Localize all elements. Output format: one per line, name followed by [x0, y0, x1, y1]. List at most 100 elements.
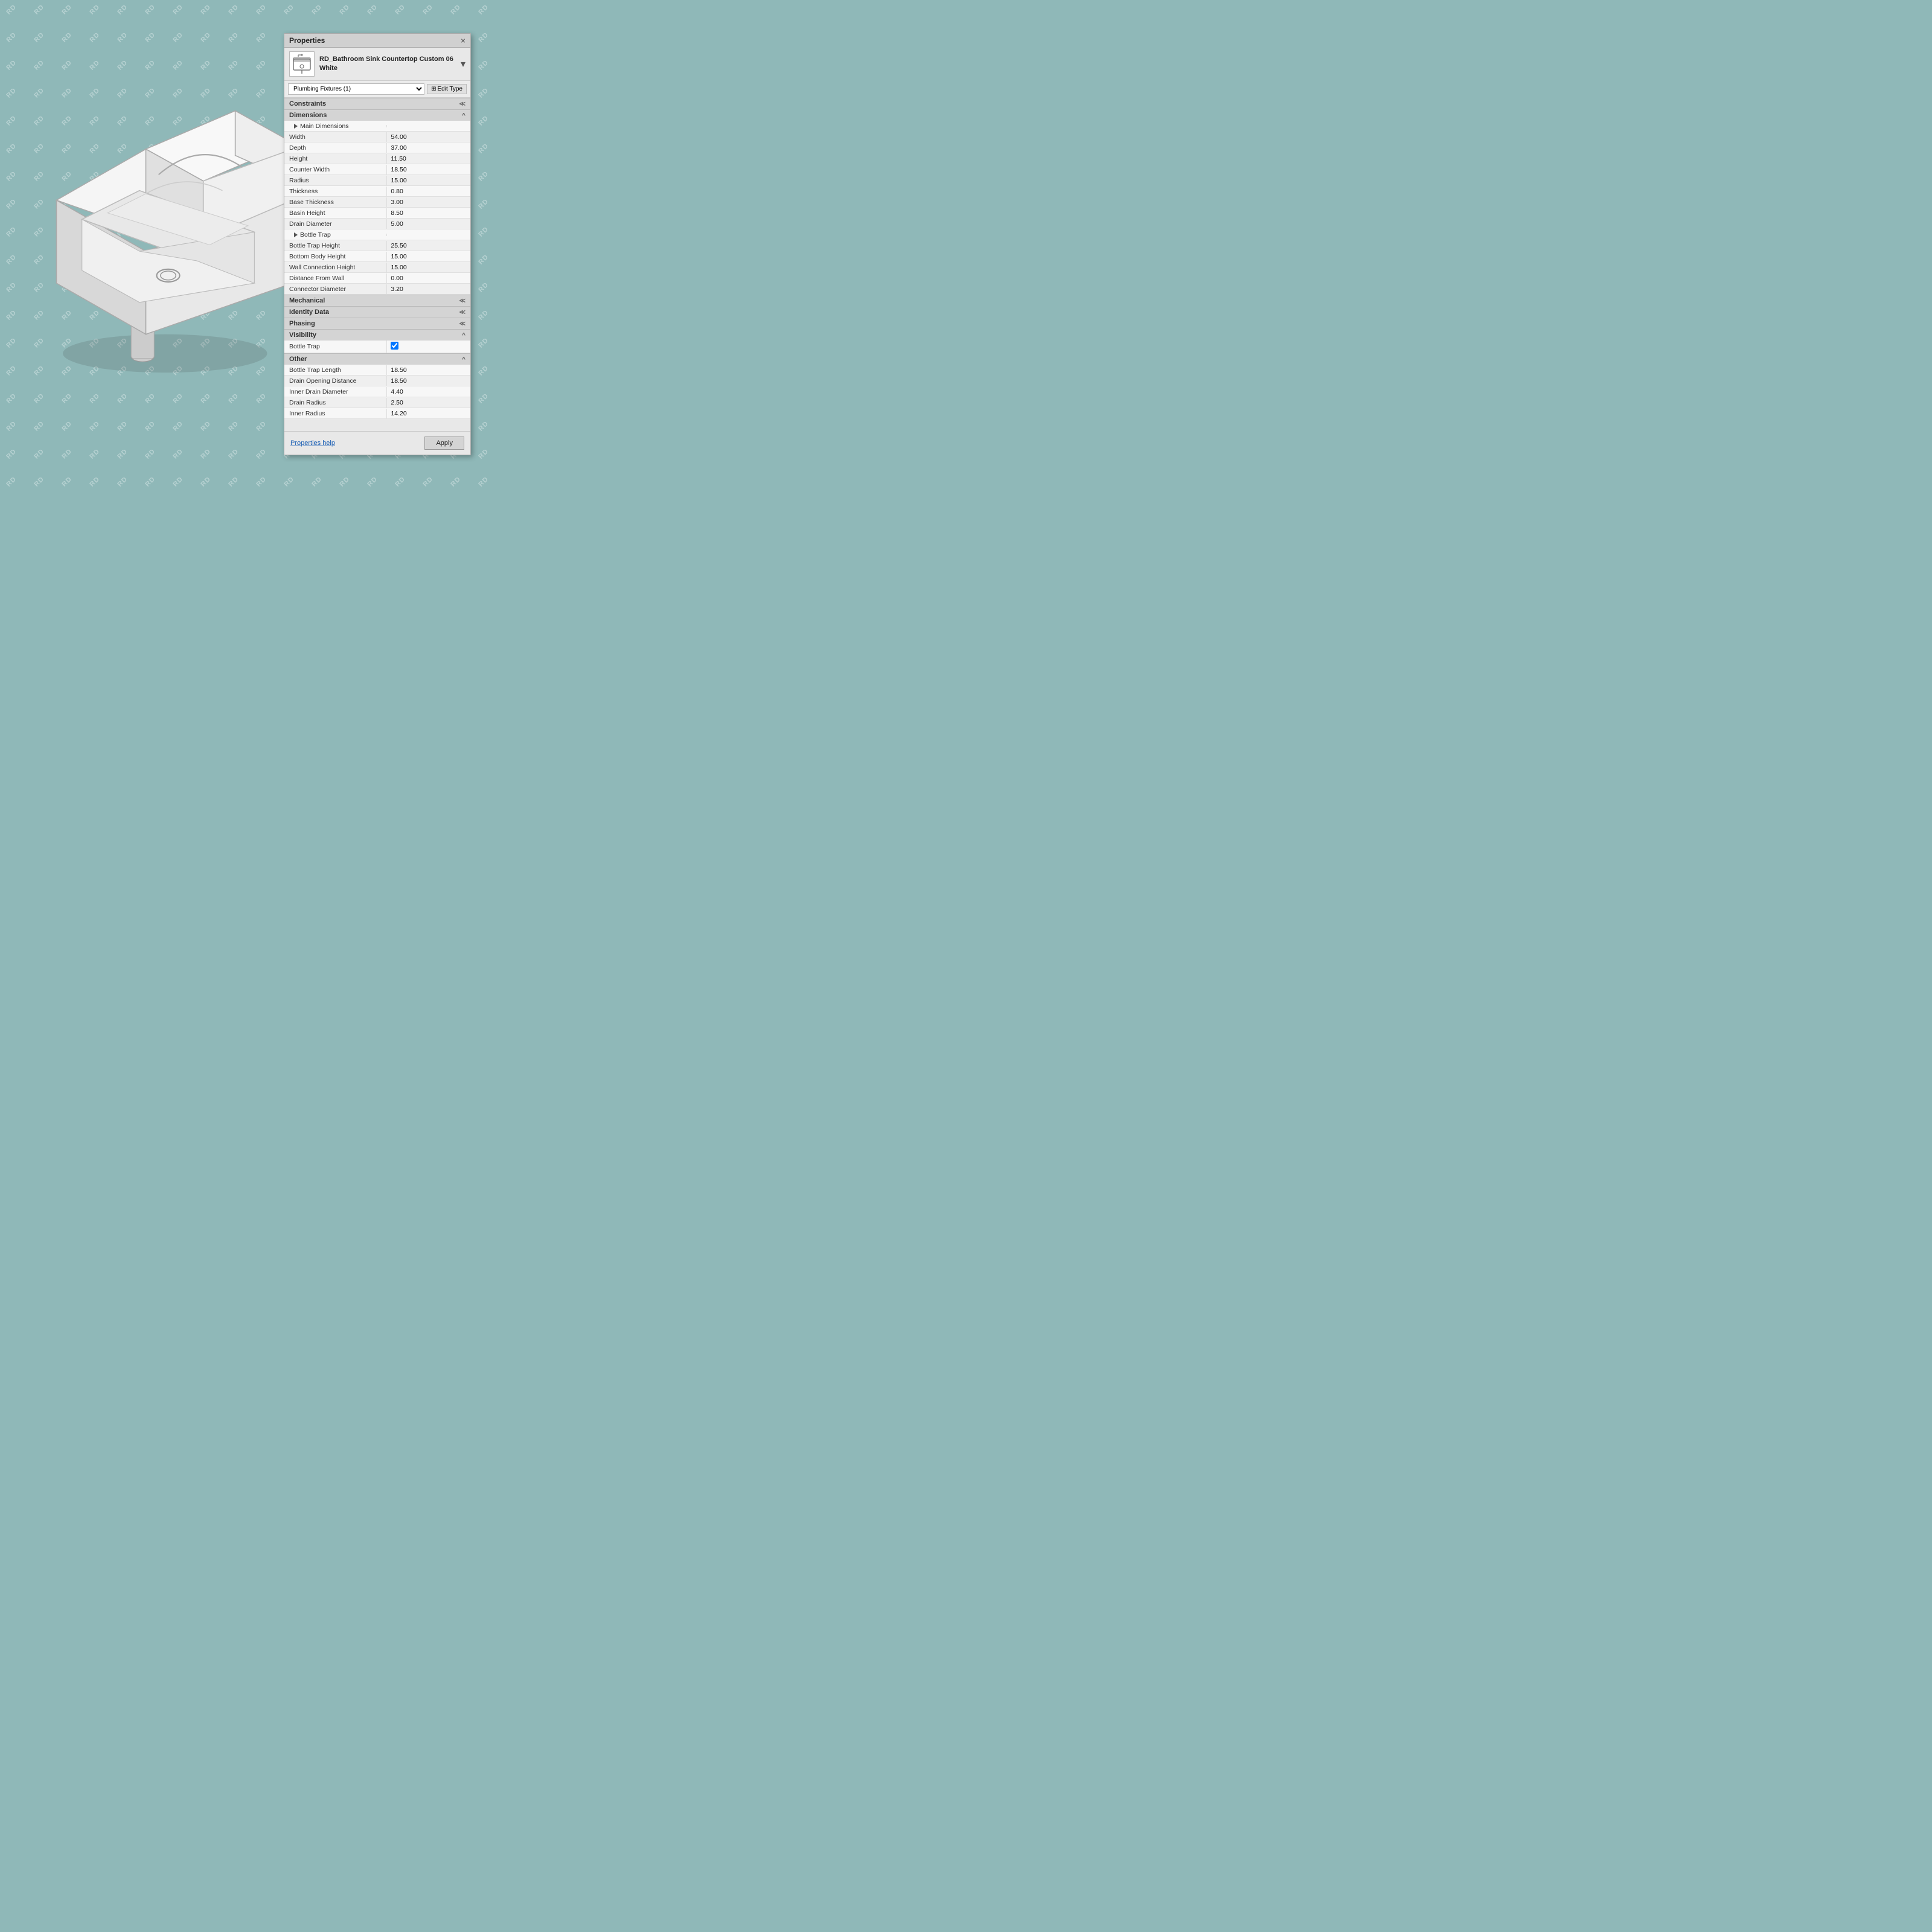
dropdown-arrow-icon[interactable]: ▾: [461, 58, 465, 70]
value-basin-height[interactable]: 8.50: [386, 208, 470, 218]
prop-row-counter-width: Counter Width 18.50: [284, 164, 470, 175]
prop-row-distance-from-wall: Distance From Wall 0.00: [284, 273, 470, 284]
section-phasing[interactable]: Phasing ≪: [284, 318, 470, 329]
element-icon: [289, 51, 315, 77]
prop-row-inner-drain-diameter: Inner Drain Diameter 4.40: [284, 386, 470, 397]
panel-footer: Properties help Apply: [284, 431, 470, 455]
value-bottle-trap-height[interactable]: 25.50: [386, 241, 470, 251]
value-connector-diameter[interactable]: 3.20: [386, 284, 470, 294]
collapse-identity-icon: ≪: [459, 309, 465, 316]
prop-row-wall-connection-height: Wall Connection Height 15.00: [284, 262, 470, 273]
label-wall-connection-height: Wall Connection Height: [284, 263, 386, 272]
apply-button[interactable]: Apply: [424, 437, 464, 450]
prop-row-base-thickness: Base Thickness 3.00: [284, 197, 470, 208]
properties-panel: Properties × RD_Bathroom Sink Countertop…: [284, 33, 471, 455]
value-inner-radius[interactable]: 14.20: [386, 409, 470, 418]
value-width[interactable]: 54.00: [386, 132, 470, 142]
label-inner-radius: Inner Radius: [284, 409, 386, 418]
prop-row-width: Width 54.00: [284, 132, 470, 142]
label-width: Width: [284, 132, 386, 142]
prop-row-basin-height: Basin Height 8.50: [284, 208, 470, 219]
prop-value-bottle-trap-empty: [386, 234, 470, 236]
triangle-icon: [294, 124, 298, 129]
prop-row-drain-radius: Drain Radius 2.50: [284, 397, 470, 408]
value-distance-from-wall[interactable]: 0.00: [386, 273, 470, 283]
value-drain-opening-distance[interactable]: 18.50: [386, 376, 470, 386]
label-basin-height: Basin Height: [284, 208, 386, 218]
edit-type-button[interactable]: ⊞ Edit Type: [427, 84, 467, 94]
value-drain-radius[interactable]: 2.50: [386, 398, 470, 408]
prop-row-depth: Depth 37.00: [284, 142, 470, 153]
value-drain-diameter[interactable]: 5.00: [386, 219, 470, 229]
panel-titlebar: Properties ×: [284, 34, 470, 48]
element-name-line2: White: [319, 64, 453, 73]
label-bottle-trap-visibility: Bottle Trap: [284, 342, 386, 351]
label-drain-opening-distance: Drain Opening Distance: [284, 376, 386, 386]
value-counter-width[interactable]: 18.50: [386, 165, 470, 174]
section-visibility[interactable]: Visibility ^: [284, 329, 470, 341]
properties-help-link[interactable]: Properties help: [290, 440, 335, 447]
section-dimensions[interactable]: Dimensions ^: [284, 109, 470, 121]
value-bottle-trap-length[interactable]: 18.50: [386, 365, 470, 375]
panel-header: RD_Bathroom Sink Countertop Custom 06 Wh…: [284, 48, 470, 81]
value-height[interactable]: 11.50: [386, 154, 470, 164]
value-base-thickness[interactable]: 3.00: [386, 197, 470, 207]
label-radius: Radius: [284, 176, 386, 185]
edit-type-icon: ⊞: [431, 86, 436, 92]
element-name-line1: RD_Bathroom Sink Countertop Custom 06: [319, 55, 453, 64]
prop-row-inner-radius: Inner Radius 14.20: [284, 408, 470, 419]
triangle-icon-2: [294, 232, 298, 237]
value-depth[interactable]: 37.00: [386, 143, 470, 153]
section-constraints[interactable]: Constraints ≪: [284, 98, 470, 109]
dropdown-row: Plumbing Fixtures (1) ⊞ Edit Type: [284, 81, 470, 98]
prop-row-thickness: Thickness 0.80: [284, 186, 470, 197]
prop-row-connector-diameter: Connector Diameter 3.20: [284, 284, 470, 295]
collapse-phasing-icon: ≪: [459, 321, 465, 327]
collapse-other-icon: ^: [462, 356, 465, 363]
label-inner-drain-diameter: Inner Drain Diameter: [284, 387, 386, 397]
prop-row-bottle-trap-length: Bottle Trap Length 18.50: [284, 365, 470, 376]
section-identity-data[interactable]: Identity Data ≪: [284, 306, 470, 318]
section-other[interactable]: Other ^: [284, 353, 470, 365]
collapse-dimensions-icon: ^: [462, 112, 465, 119]
collapse-constraints-icon: ≪: [459, 101, 465, 107]
prop-value-empty: [386, 125, 470, 127]
label-drain-radius: Drain Radius: [284, 398, 386, 408]
value-inner-drain-diameter[interactable]: 4.40: [386, 387, 470, 397]
section-mechanical[interactable]: Mechanical ≪: [284, 295, 470, 306]
label-connector-diameter: Connector Diameter: [284, 284, 386, 294]
label-depth: Depth: [284, 143, 386, 153]
label-base-thickness: Base Thickness: [284, 197, 386, 207]
category-dropdown[interactable]: Plumbing Fixtures (1): [288, 83, 424, 95]
value-bottom-body-height[interactable]: 15.00: [386, 252, 470, 261]
bottle-trap-checkbox[interactable]: [391, 342, 398, 350]
prop-row-bottle-trap-height: Bottle Trap Height 25.50: [284, 240, 470, 251]
label-bottom-body-height: Bottom Body Height: [284, 252, 386, 261]
collapse-visibility-icon: ^: [462, 332, 465, 339]
prop-row-height: Height 11.50: [284, 153, 470, 164]
close-button[interactable]: ×: [461, 36, 465, 45]
prop-row-drain-opening-distance: Drain Opening Distance 18.50: [284, 376, 470, 386]
prop-row-radius: Radius 15.00: [284, 175, 470, 186]
collapse-mechanical-icon: ≪: [459, 298, 465, 304]
label-bottle-trap-length: Bottle Trap Length: [284, 365, 386, 375]
prop-row-main-dimensions: Main Dimensions: [284, 121, 470, 132]
element-name: RD_Bathroom Sink Countertop Custom 06 Wh…: [319, 55, 453, 74]
label-thickness: Thickness: [284, 187, 386, 196]
value-radius[interactable]: 15.00: [386, 176, 470, 185]
value-wall-connection-height[interactable]: 15.00: [386, 263, 470, 272]
prop-row-drain-diameter: Drain Diameter 5.00: [284, 219, 470, 229]
visibility-bottle-trap-row: Bottle Trap: [284, 341, 470, 353]
label-distance-from-wall: Distance From Wall: [284, 273, 386, 283]
footer-spacer: [284, 419, 470, 431]
prop-group-label: Main Dimensions: [284, 121, 386, 131]
value-thickness[interactable]: 0.80: [386, 187, 470, 196]
bottle-trap-group-label: Bottle Trap: [284, 230, 386, 240]
label-drain-diameter: Drain Diameter: [284, 219, 386, 229]
prop-row-bottom-body-height: Bottom Body Height 15.00: [284, 251, 470, 262]
label-height: Height: [284, 154, 386, 164]
label-counter-width: Counter Width: [284, 165, 386, 174]
panel-title: Properties: [289, 36, 325, 45]
prop-row-bottle-trap-group: Bottle Trap: [284, 229, 470, 240]
check-bottle-trap[interactable]: [386, 341, 470, 353]
